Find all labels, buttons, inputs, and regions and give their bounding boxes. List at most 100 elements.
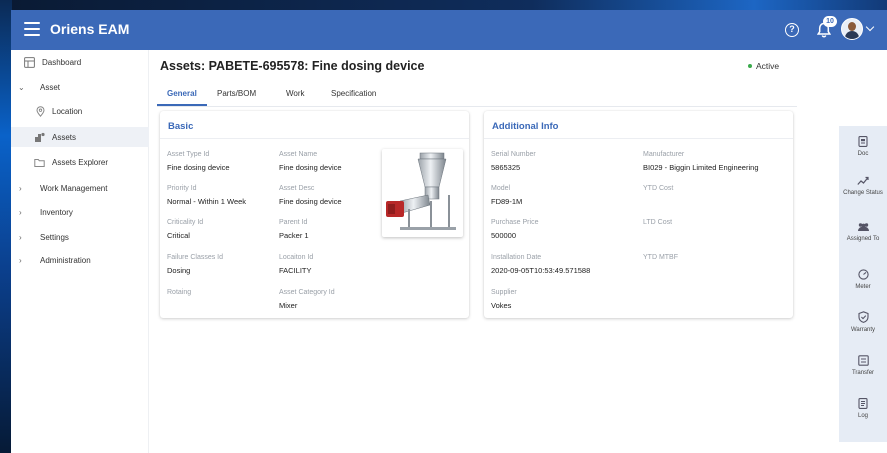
tab-active-indicator: [157, 104, 207, 106]
notification-badge: 10: [823, 16, 837, 27]
field-value-purchase-price: 500000: [491, 231, 517, 240]
transfer-button[interactable]: Transfer: [839, 355, 887, 377]
tab-divider: [157, 106, 797, 107]
field-value-supplier: Vokes: [491, 301, 512, 310]
log-button[interactable]: Log: [839, 398, 887, 420]
action-label: Change Status: [843, 190, 883, 196]
sidebar: Dashboard ⌄ Asset Location Assets Assets…: [11, 50, 149, 453]
field-label-parent-id: Parent Id: [279, 219, 308, 226]
log-icon: [858, 398, 868, 409]
action-label: Log: [857, 413, 868, 419]
dashboard-icon: [24, 56, 35, 68]
field-label-purchase-price: Purchase Price: [491, 219, 539, 226]
sidebar-item-asset[interactable]: ⌄ Asset: [11, 77, 149, 97]
assigned-to-button[interactable]: Assigned To: [839, 222, 887, 243]
field-label-serial-number: Serial Number: [491, 151, 536, 158]
field-value-location-id: FACILITY: [279, 266, 312, 275]
sidebar-item-work-management[interactable]: › Work Management: [11, 178, 149, 198]
assets-icon: [35, 132, 45, 142]
field-label-rotating: Rotaing: [167, 289, 192, 296]
field-label-location-id: Locaiton Id: [279, 254, 314, 261]
sidebar-item-label: Inventory: [40, 207, 73, 217]
divider: [484, 138, 793, 139]
field-label-priority-id: Priority Id: [167, 185, 197, 192]
field-value-failure-classes-id: Dosing: [167, 266, 191, 275]
field-value-installation-date: 2020-09-05T10:53:49.571588: [491, 266, 591, 275]
field-value-manufacturer: BI029 - Biggin Limited Engineering: [643, 163, 759, 172]
people-icon: [857, 223, 869, 231]
page-title: Assets: PABETE-695578: Fine dosing devic…: [160, 59, 425, 73]
field-value-asset-category-id: Mixer: [279, 301, 298, 310]
folder-icon: [34, 158, 45, 167]
field-label-failure-classes-id: Failure Classes Id: [167, 254, 224, 261]
field-label-manufacturer: Manufacturer: [643, 151, 685, 158]
trend-icon: [857, 176, 869, 185]
avatar[interactable]: [841, 18, 863, 40]
sidebar-item-settings[interactable]: › Settings: [11, 227, 149, 247]
sidebar-item-label: Assets Explorer: [52, 157, 109, 167]
basic-card: Basic Asset Type Id Fine dosing device A…: [160, 111, 469, 318]
status-badge: Active: [756, 61, 780, 71]
field-value-priority-id: Normal - Within 1 Week: [167, 197, 247, 206]
tab-work[interactable]: Work: [286, 89, 305, 98]
field-label-asset-type-id: Asset Type Id: [167, 151, 210, 158]
app-title: Oriens EAM: [50, 21, 130, 37]
action-rail: Doc Change Status Assigned To Meter Warr…: [839, 126, 887, 442]
tab-specification[interactable]: Specification: [331, 89, 376, 98]
dosing-device-illustration: [386, 152, 456, 230]
field-label-ytd-mtbf: YTD MTBF: [643, 254, 678, 261]
action-label: Assigned To: [846, 236, 880, 242]
sidebar-item-assets[interactable]: Assets: [11, 127, 149, 147]
sidebar-item-label: Location: [52, 106, 83, 116]
action-label: Meter: [855, 284, 871, 290]
field-value-asset-name: Fine dosing device: [279, 163, 342, 172]
warranty-button[interactable]: Warranty: [839, 311, 887, 334]
basic-card-title: Basic: [168, 121, 194, 132]
sidebar-item-assets-explorer[interactable]: Assets Explorer: [11, 152, 149, 172]
chevron-right-icon: ›: [19, 232, 22, 242]
field-label-asset-name: Asset Name: [279, 151, 318, 158]
doc-button[interactable]: Doc: [839, 136, 887, 158]
field-label-asset-category-id: Asset Category Id: [279, 289, 335, 296]
location-pin-icon: [36, 105, 45, 117]
tab-general[interactable]: General: [167, 89, 197, 98]
asset-image[interactable]: [382, 149, 463, 237]
document-icon: [858, 136, 868, 147]
help-icon[interactable]: ?: [785, 23, 799, 37]
sidebar-item-location[interactable]: Location: [11, 101, 149, 121]
field-value-model: FD89-1M: [491, 197, 523, 206]
chevron-right-icon: ›: [19, 255, 22, 265]
sidebar-item-inventory[interactable]: › Inventory: [11, 202, 149, 222]
sidebar-item-label: Settings: [40, 232, 69, 242]
field-label-supplier: Supplier: [491, 289, 517, 296]
field-value-asset-desc: Fine dosing device: [279, 197, 342, 206]
field-value-criticality-id: Critical: [167, 231, 190, 240]
sidebar-item-label: Asset: [40, 82, 61, 92]
status-dot: [748, 64, 752, 68]
background-top: [0, 0, 887, 10]
sidebar-item-dashboard[interactable]: Dashboard: [11, 52, 149, 72]
change-status-button[interactable]: Change Status: [839, 176, 887, 197]
sidebar-item-label: Assets: [52, 132, 77, 142]
shield-check-icon: [857, 311, 869, 323]
chevron-right-icon: ›: [19, 183, 22, 193]
chevron-down-icon[interactable]: [865, 22, 875, 32]
field-label-asset-desc: Asset Desc: [279, 185, 315, 192]
chevron-right-icon: ›: [19, 207, 22, 217]
chevron-down-icon: ⌄: [18, 82, 25, 92]
sidebar-item-administration[interactable]: › Administration: [11, 250, 149, 270]
menu-icon[interactable]: [24, 22, 40, 36]
action-label: Transfer: [851, 370, 875, 376]
sidebar-item-label: Administration: [40, 255, 91, 265]
field-label-installation-date: Installation Date: [491, 254, 542, 261]
action-label: Warranty: [850, 327, 876, 333]
transfer-icon: [857, 355, 869, 366]
divider: [160, 138, 469, 139]
sidebar-item-label: Dashboard: [42, 57, 82, 67]
field-value-serial-number: 5865325: [491, 163, 521, 172]
action-label: Doc: [857, 151, 869, 157]
app-window: Oriens EAM ? 10 Dashboard ⌄ Asset Locati…: [11, 10, 887, 453]
field-value-asset-type-id: Fine dosing device: [167, 163, 230, 172]
meter-button[interactable]: Meter: [839, 269, 887, 291]
tab-parts-bom[interactable]: Parts/BOM: [217, 89, 256, 98]
